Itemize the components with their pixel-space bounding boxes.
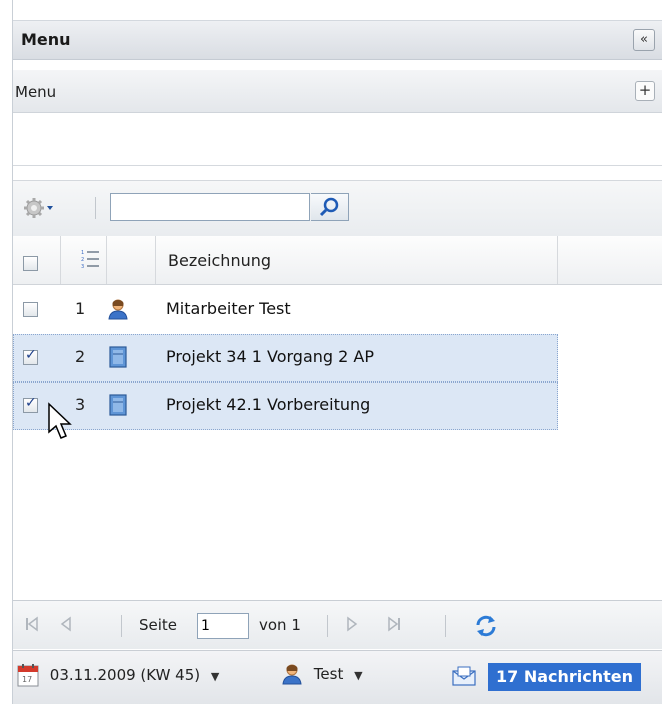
last-page-icon: [388, 616, 400, 632]
row-number: 3: [75, 395, 86, 414]
column-header-bezeichnung: Bezeichnung: [168, 251, 272, 270]
search-button[interactable]: [311, 193, 349, 221]
submenu-title: Menu: [15, 83, 57, 101]
submenu-body: [13, 113, 662, 166]
previous-page-icon: [60, 616, 71, 632]
svg-text:1: 1: [81, 250, 84, 256]
pagination-bar: Seite von 1: [13, 600, 662, 649]
table-row[interactable]: 2 Projekt 34 1 Vorgang 2 AP: [13, 334, 558, 382]
book-icon: [109, 394, 127, 416]
page-number-input[interactable]: [197, 613, 249, 639]
search-icon: [319, 197, 339, 217]
row-checkbox[interactable]: [23, 347, 38, 365]
person-icon: [108, 299, 128, 320]
book-icon: [109, 346, 127, 368]
messages-button[interactable]: 17 Nachrichten: [488, 663, 642, 691]
first-page-icon: [26, 616, 38, 632]
first-page-button[interactable]: [23, 616, 41, 634]
last-page-button[interactable]: [385, 616, 403, 634]
row-label: Projekt 42.1 Vorbereitung: [166, 395, 371, 414]
numbered-list-icon: 1 2 3: [81, 250, 99, 270]
user-name: Test: [313, 664, 344, 683]
pager-separator: [327, 615, 328, 637]
person-icon: [282, 664, 302, 685]
row-number: 2: [75, 347, 86, 366]
grid-header: 1 2 3 Bezeichnung: [13, 236, 662, 285]
svg-text:3: 3: [81, 264, 84, 270]
panel-title: Menu: [21, 30, 71, 49]
toolbar-separator: [95, 197, 96, 219]
grid-toolbar: [13, 180, 662, 237]
header-icon-cell: [107, 236, 156, 284]
header-number-cell[interactable]: 1 2 3: [61, 236, 107, 284]
page-count: von 1: [259, 616, 301, 634]
menu-panel: Menu « Menu + 1 2 3 Bezeichnung 1 Mitarb…: [12, 0, 662, 704]
row-checkbox[interactable]: [23, 302, 38, 317]
next-page-button[interactable]: [343, 616, 361, 634]
page-label: Seite: [139, 616, 178, 634]
chevron-down-icon: ▼: [354, 668, 363, 682]
collapse-button[interactable]: «: [633, 29, 655, 51]
header-select-cell: [13, 236, 61, 284]
gear-menu-button[interactable]: [23, 197, 53, 219]
expand-button[interactable]: +: [635, 81, 655, 101]
chevron-down-icon: ▼: [210, 669, 220, 683]
svg-text:2: 2: [81, 257, 84, 263]
date-picker[interactable]: 17 03.11.2009 (KW 45) ▼: [17, 663, 219, 687]
mouse-cursor-icon: [48, 402, 72, 439]
gear-icon: [24, 198, 53, 218]
panel-header: Menu «: [13, 20, 662, 60]
calendar-icon: 17: [17, 664, 39, 687]
row-label: Projekt 34 1 Vorgang 2 AP: [166, 347, 374, 366]
previous-page-button[interactable]: [57, 616, 75, 634]
row-checkbox[interactable]: [23, 395, 38, 413]
table-row[interactable]: 1 Mitarbeiter Test: [13, 286, 558, 334]
user-menu[interactable]: Test ▼: [281, 663, 363, 685]
refresh-icon: [476, 615, 496, 637]
pager-separator: [121, 615, 122, 637]
current-date: 03.11.2009 (KW 45): [49, 665, 201, 684]
chevron-down-icon: [47, 206, 53, 210]
row-label: Mitarbeiter Test: [166, 299, 291, 318]
pager-separator: [445, 615, 446, 637]
svg-text:17: 17: [22, 675, 32, 684]
status-bar: 17 03.11.2009 (KW 45) ▼ Test ▼ 17 Nachri…: [13, 650, 662, 704]
message-icon: [452, 666, 476, 686]
select-all-checkbox[interactable]: [23, 256, 38, 271]
submenu-header[interactable]: Menu +: [13, 70, 662, 113]
refresh-button[interactable]: [473, 613, 499, 639]
row-number: 1: [75, 299, 86, 318]
table-row[interactable]: 3 Projekt 42.1 Vorbereitung: [13, 382, 558, 430]
next-page-icon: [347, 616, 358, 632]
search-input[interactable]: [110, 193, 310, 221]
